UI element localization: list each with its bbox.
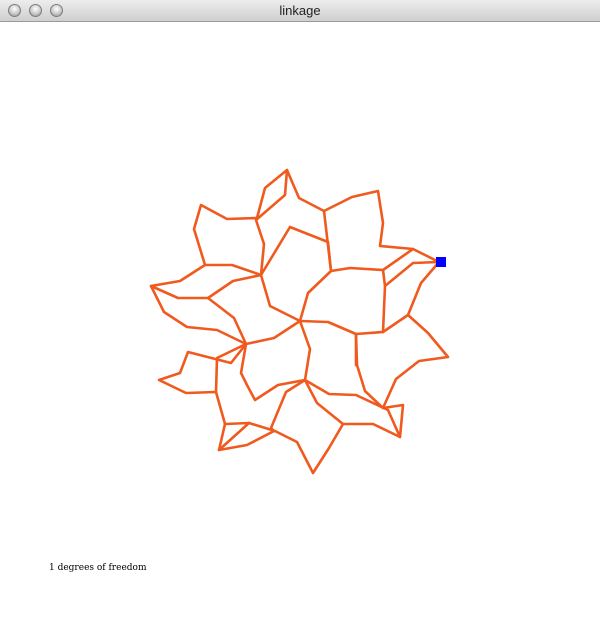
drag-handle[interactable]: [436, 257, 446, 267]
linkage-bar: [381, 260, 441, 334]
linkage-bar: [303, 378, 402, 439]
linkage-bar: [149, 263, 248, 346]
linkage-bar: [214, 342, 248, 426]
linkage-bar: [303, 378, 345, 426]
linkage-bar: [259, 273, 302, 323]
freedom-status: 1 degrees of freedom: [49, 563, 147, 573]
linkage-bar: [244, 319, 302, 346]
window-title: linkage: [279, 3, 321, 18]
linkage-bar: [383, 260, 441, 288]
linkage-bar: [298, 319, 312, 382]
linkage-bar: [239, 342, 307, 402]
linkage-bar: [149, 273, 263, 300]
linkage-bar: [298, 269, 333, 323]
linkage-mechanism: [149, 168, 450, 475]
linkage-bar: [298, 268, 387, 336]
linkage-bar: [192, 168, 441, 277]
linkage-bar: [354, 313, 450, 410]
linkage-canvas[interactable]: [0, 22, 600, 622]
linkage-bar: [259, 225, 415, 277]
app-window: linkage 1 degrees of freedom: [0, 0, 600, 622]
title-bar[interactable]: linkage: [0, 0, 600, 22]
linkage-bar: [217, 403, 405, 475]
linkage-bar: [206, 296, 248, 346]
